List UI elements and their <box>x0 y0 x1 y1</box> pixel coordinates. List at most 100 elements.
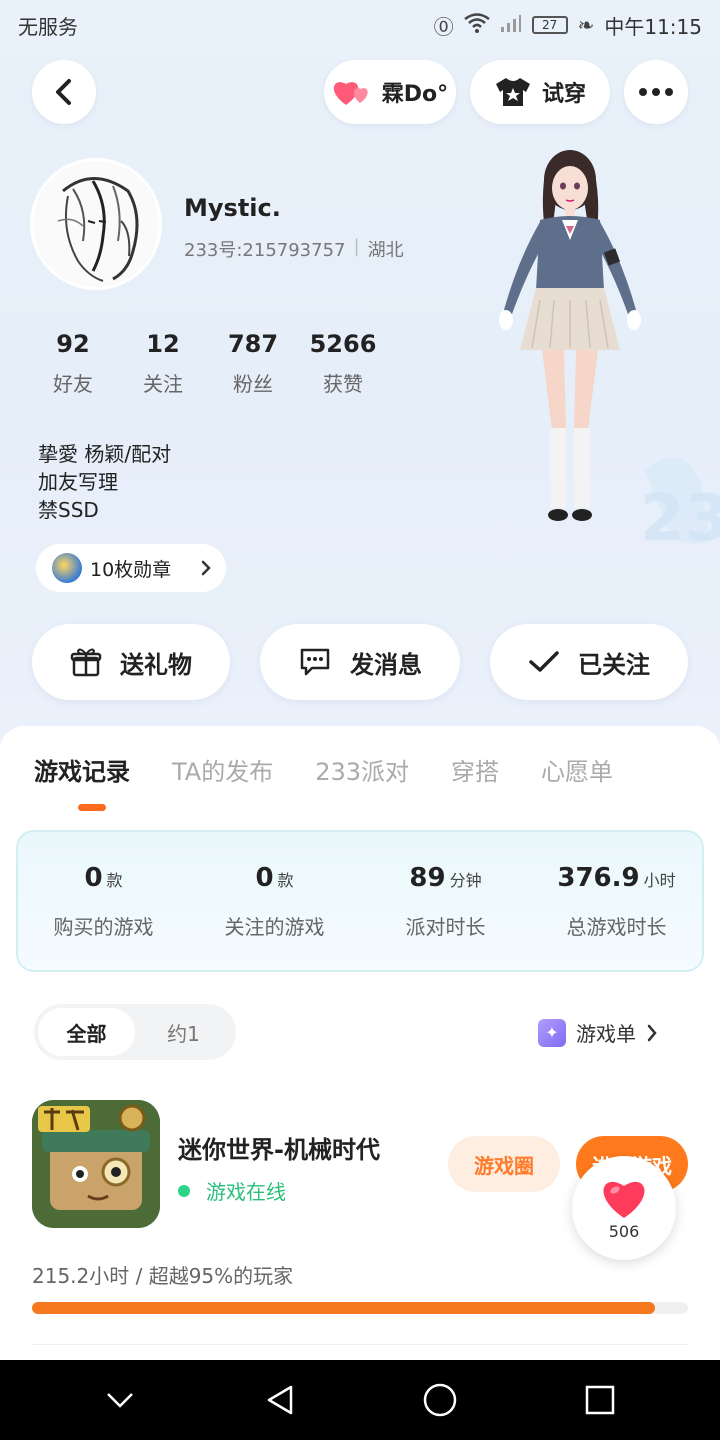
game-status-label: 游戏在线 <box>206 1180 286 1204</box>
content-tabs: 游戏记录 TA的发布 233派对 穿搭 心愿单 <box>34 752 613 787</box>
stat-value: 92 <box>56 330 90 358</box>
nav-back-button[interactable] <box>250 1370 310 1430</box>
tab-party[interactable]: 233派对 <box>315 752 409 787</box>
username: Mystic. <box>184 194 281 222</box>
more-button[interactable] <box>624 60 688 124</box>
circle-home-icon <box>423 1383 457 1417</box>
game-list-label: 游戏单 <box>576 1022 636 1046</box>
chevron-right-icon <box>647 1024 657 1041</box>
chat-icon <box>300 648 330 676</box>
triangle-back-icon <box>267 1385 293 1415</box>
stat-label: 获赞 <box>323 372 363 396</box>
followed-label: 已关注 <box>578 650 650 679</box>
bio: 挚愛 杨颖/配对 加友写理 禁SSD <box>38 440 171 524</box>
user-region: 湖北 <box>367 240 404 261</box>
tab-wishlist[interactable]: 心愿单 <box>541 752 613 787</box>
summary-purchased[interactable]: 0款 购买的游戏 <box>18 863 189 940</box>
bio-line: 挚愛 杨颖/配对 <box>38 442 172 466</box>
online-dot-icon <box>178 1184 190 1197</box>
avatar[interactable] <box>30 158 162 290</box>
battery-icon: 27 <box>531 16 568 34</box>
svg-text:233: 233 <box>640 482 720 556</box>
summary-unit: 款 <box>106 870 123 890</box>
avatar-character[interactable]: 233 <box>470 140 720 560</box>
tab-game-record[interactable]: 游戏记录 <box>34 752 130 787</box>
avatar-sketch-image <box>33 161 159 287</box>
summary-followed[interactable]: 0款 关注的游戏 <box>189 863 360 940</box>
like-button[interactable]: 霖Do° <box>324 60 456 124</box>
summary-unit: 分钟 <box>449 870 482 890</box>
send-message-label: 发消息 <box>350 650 422 679</box>
send-message-button[interactable]: 发消息 <box>260 624 460 700</box>
active-tab-indicator <box>78 804 106 811</box>
profile-stats: 92 好友 12 关注 787 粉丝 5266 获赞 <box>28 330 388 397</box>
divider <box>32 1344 688 1345</box>
chevron-right-icon <box>201 560 211 576</box>
summary-label: 派对时长 <box>405 914 486 939</box>
tab-outfits[interactable]: 穿搭 <box>451 752 499 787</box>
leaf-icon: ❧ <box>577 13 595 37</box>
summary-label: 总游戏时长 <box>566 914 667 939</box>
summary-value: 0 <box>255 862 274 893</box>
playtime-progress-track <box>32 1302 688 1314</box>
game-playtime: 215.2小时 / 超越95%的玩家 <box>32 1264 294 1288</box>
stat-following[interactable]: 12 关注 <box>118 330 208 397</box>
square-recents-icon <box>585 1385 615 1415</box>
summary-value: 0 <box>84 862 103 893</box>
stat-fans[interactable]: 787 粉丝 <box>208 330 298 397</box>
clock-text: 中午11:15 <box>604 14 702 39</box>
stat-label: 好友 <box>53 372 93 396</box>
carrier-text: 无服务 <box>18 14 78 39</box>
game-icon[interactable] <box>32 1100 160 1228</box>
chevron-left-icon <box>56 79 71 105</box>
summary-label: 关注的游戏 <box>224 914 325 939</box>
summary-party-time[interactable]: 89 分钟 派对时长 <box>360 863 531 940</box>
try-on-button[interactable]: 试穿 <box>470 60 610 124</box>
stat-label: 粉丝 <box>233 372 273 396</box>
summary-label: 购买的游戏 <box>53 914 154 939</box>
heart-icon <box>603 1181 645 1218</box>
send-gift-button[interactable]: 送礼物 <box>32 624 230 700</box>
stat-value: 5266 <box>309 330 377 358</box>
stat-label: 关注 <box>143 372 183 396</box>
game-title[interactable]: 迷你世界-机械时代 <box>178 1130 380 1165</box>
send-gift-label: 送礼物 <box>120 650 192 679</box>
more-icon <box>639 88 673 96</box>
nav-recents-button[interactable] <box>570 1370 630 1430</box>
signal-icon <box>500 13 522 38</box>
like-label: 霖Do° <box>381 82 449 107</box>
stat-value: 787 <box>227 330 279 358</box>
tab-posts[interactable]: TA的发布 <box>172 752 273 787</box>
nfc-icon: ⓪ <box>433 14 454 39</box>
user-meta: 233号:215793757 | 湖北 <box>184 236 404 262</box>
bio-line: 禁SSD <box>38 498 99 522</box>
gift-icon <box>70 648 102 677</box>
summary-unit: 小时 <box>643 870 676 890</box>
status-icons: ⓪ 27 ❧ 中午11:15 <box>434 11 702 40</box>
game-cover-image <box>32 1100 160 1228</box>
game-circle-button[interactable]: 游戏圈 <box>448 1136 560 1192</box>
sparkle-icon: ✦ <box>538 1018 566 1047</box>
filter-all[interactable]: 全部 <box>38 1008 135 1056</box>
game-status: 游戏在线 <box>178 1176 286 1205</box>
nav-home-button[interactable] <box>410 1370 470 1430</box>
shirt-icon <box>495 78 530 106</box>
meta-separator: | <box>353 236 360 257</box>
check-icon <box>529 651 559 672</box>
summary-total-time[interactable]: 376.9 小时 总游戏时长 <box>531 863 702 940</box>
summary-unit: 款 <box>277 870 294 890</box>
user-id: 233号:215793757 <box>184 240 346 261</box>
nav-collapse-button[interactable] <box>90 1370 150 1430</box>
stat-friends[interactable]: 92 好友 <box>28 330 118 397</box>
badges-label: 10枚勋章 <box>90 558 172 581</box>
stat-likes[interactable]: 5266 获赞 <box>298 330 388 397</box>
game-list-link[interactable]: ✦ 游戏单 <box>538 1018 658 1047</box>
followed-button[interactable]: 已关注 <box>490 624 688 700</box>
badges-button[interactable]: 10枚勋章 <box>36 544 226 592</box>
wifi-icon <box>463 12 490 38</box>
heart-icon <box>333 82 368 105</box>
filter-date[interactable]: 约1 <box>135 1008 232 1056</box>
game-filter-segment: 全部 约1 <box>34 1004 236 1060</box>
back-button[interactable] <box>32 60 96 124</box>
floating-like-button[interactable]: 506 <box>572 1156 676 1260</box>
